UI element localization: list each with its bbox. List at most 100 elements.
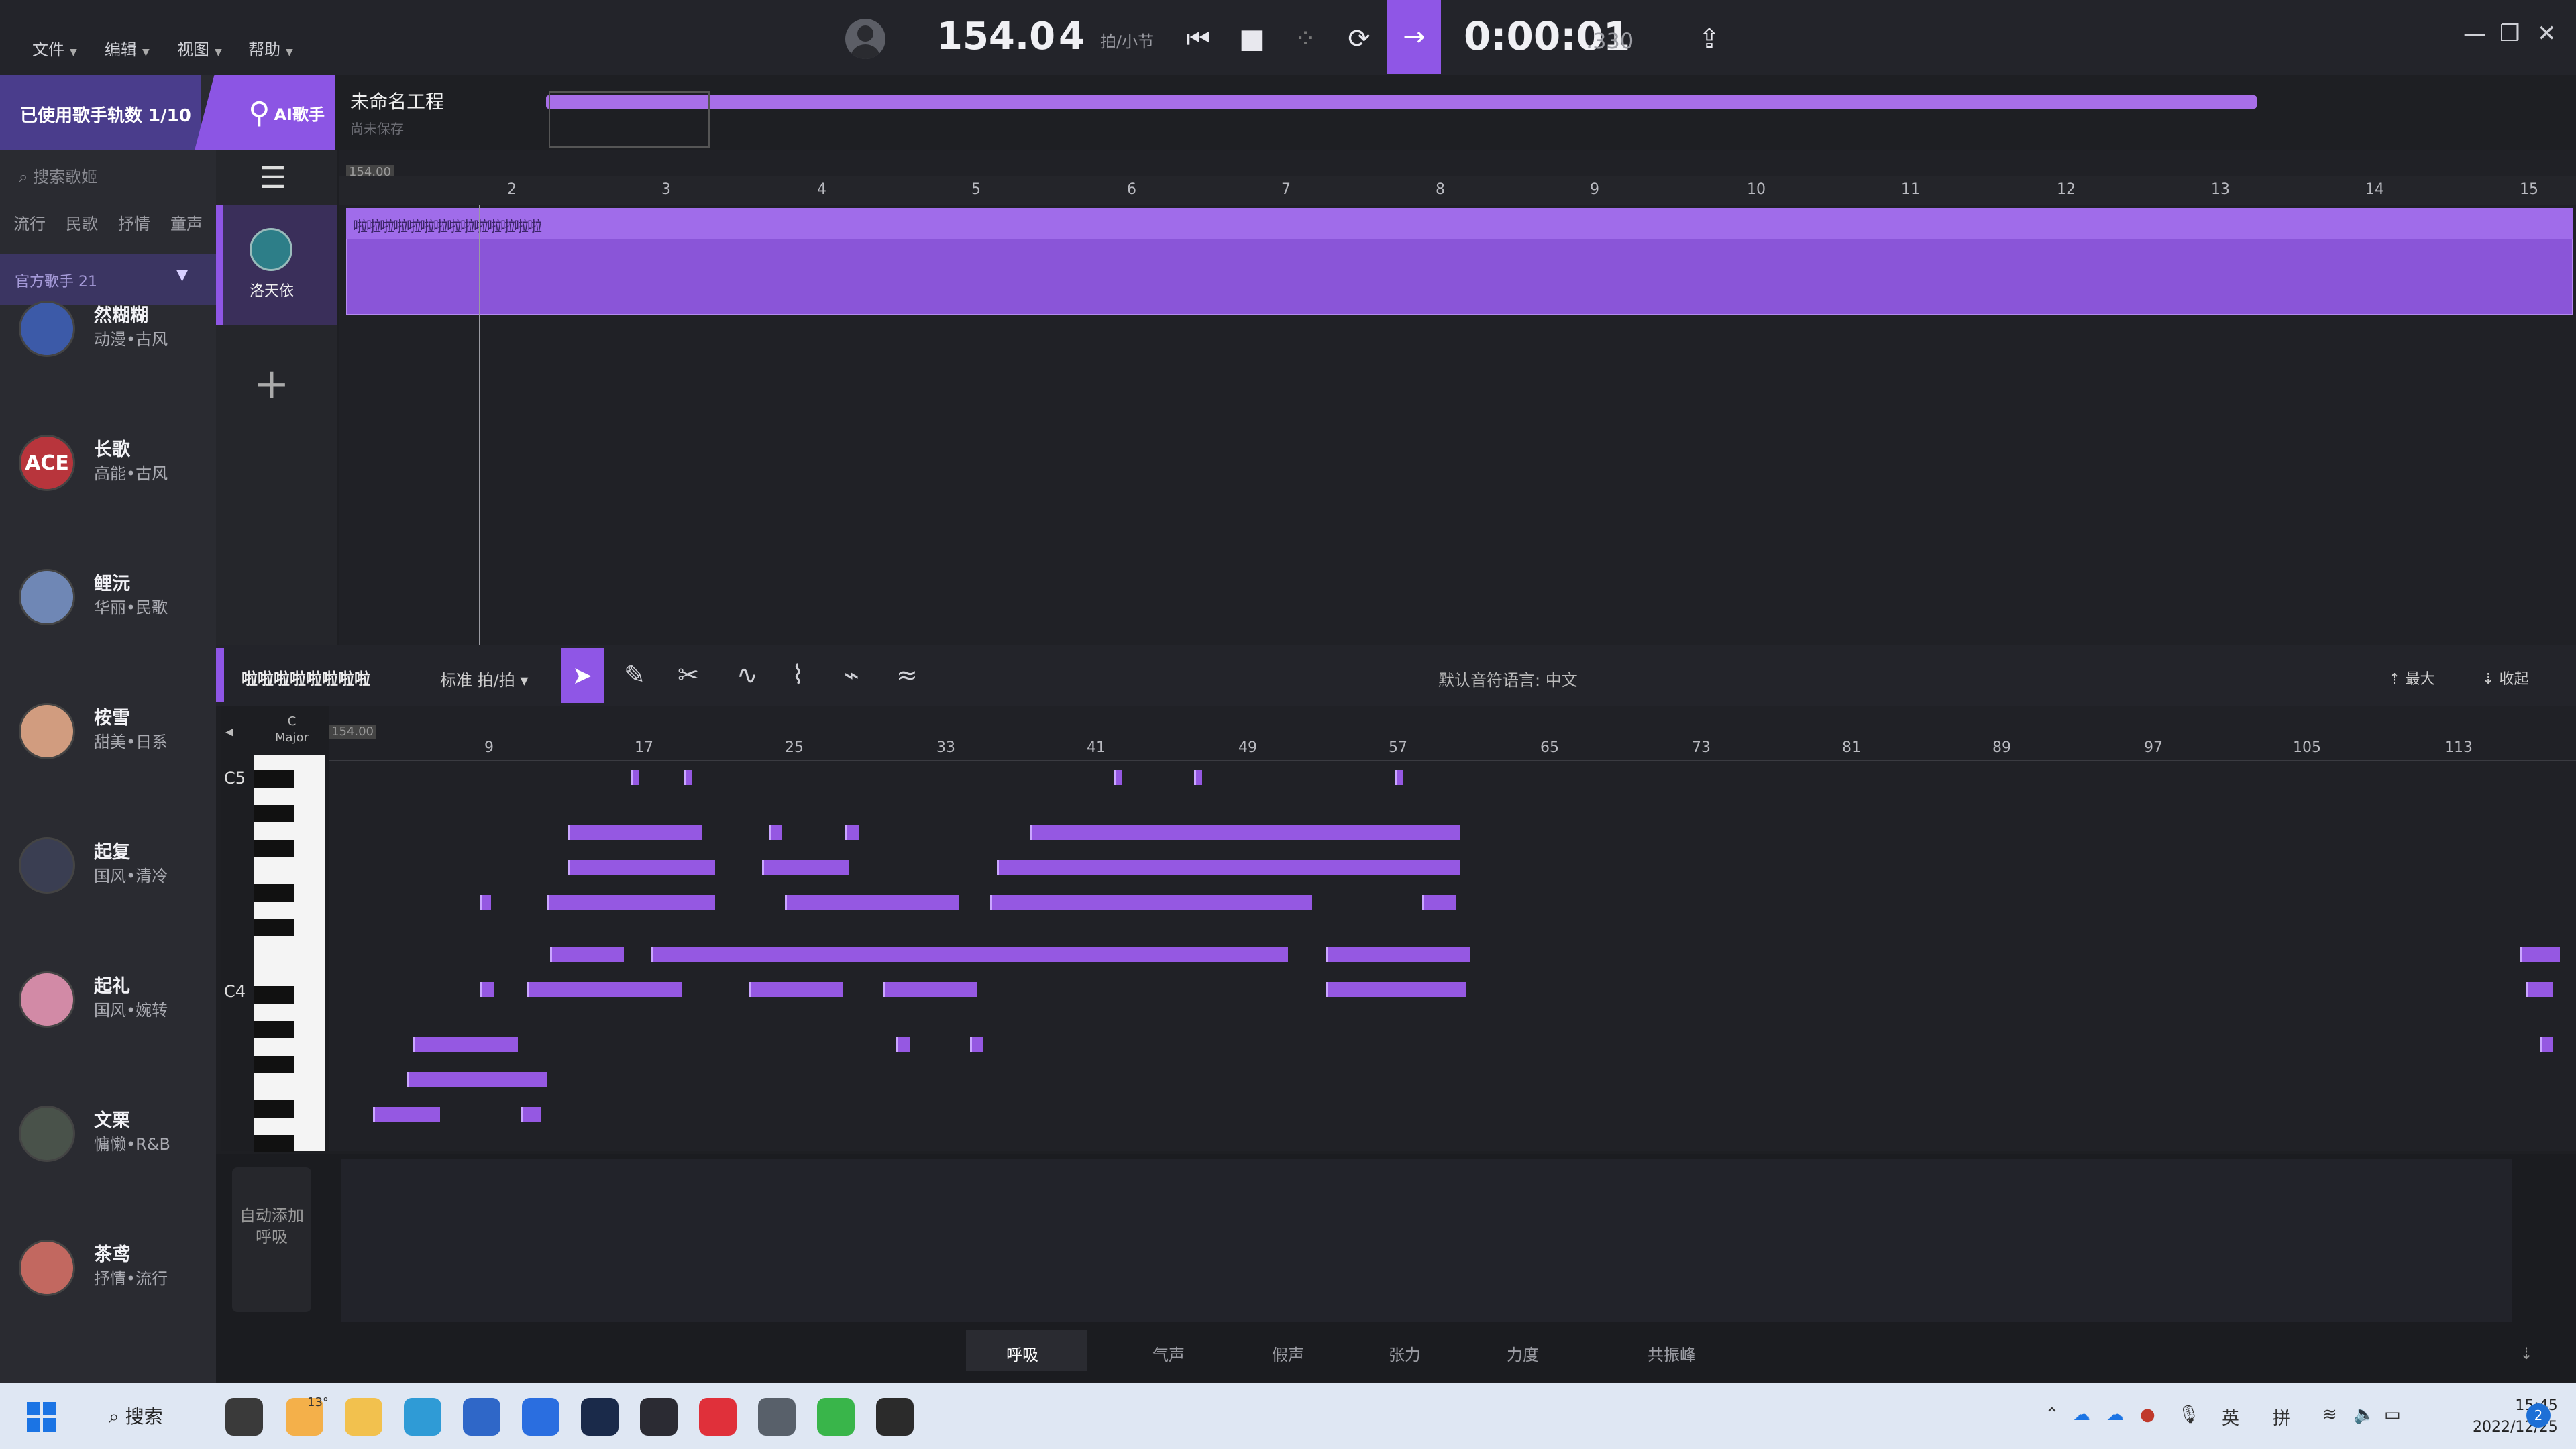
singer-item[interactable]: 然糊糊 动漫•古风 <box>0 301 216 435</box>
taskbar-search[interactable]: ⌕ 搜索 <box>109 1402 163 1429</box>
note[interactable] <box>2526 982 2553 997</box>
overview-viewport[interactable] <box>549 91 710 148</box>
note[interactable] <box>997 860 1460 875</box>
black-key[interactable] <box>254 840 294 857</box>
project-name[interactable]: 未命名工程 <box>350 87 444 114</box>
black-key[interactable] <box>254 986 294 1004</box>
note[interactable] <box>407 1072 547 1087</box>
key-signature[interactable]: C Major <box>275 714 309 746</box>
singer-item[interactable]: 茶鸢 抒情•流行 <box>0 1240 216 1374</box>
timeline-ruler[interactable] <box>339 176 2576 205</box>
photos-icon[interactable] <box>522 1398 559 1436</box>
stop-icon[interactable]: ■ <box>1232 19 1272 59</box>
snap-mode-dropdown[interactable]: 标准 拍/拍 ▾ <box>440 667 528 690</box>
black-key[interactable] <box>254 1056 294 1073</box>
maximize-button[interactable]: ⇡ 最大 <box>2388 667 2434 688</box>
pitch-draw-tool-icon[interactable]: ⌇ <box>792 660 804 690</box>
add-track-icon[interactable]: + <box>254 360 290 409</box>
edge-icon[interactable] <box>404 1398 441 1436</box>
note[interactable] <box>2540 1037 2553 1052</box>
note[interactable] <box>547 895 715 910</box>
close-icon[interactable]: ✕ <box>2537 20 2557 47</box>
note[interactable] <box>1030 825 1460 840</box>
vocal-clip-header[interactable] <box>346 208 2573 239</box>
note[interactable] <box>1422 895 1456 910</box>
note[interactable] <box>769 825 782 840</box>
black-key[interactable] <box>254 1021 294 1038</box>
app-icon[interactable] <box>876 1398 914 1436</box>
tab-energy[interactable]: 力度 <box>1507 1342 1539 1365</box>
piano-roll-ruler[interactable] <box>329 737 2576 761</box>
mic-icon[interactable]: 🎙 <box>2178 1405 2200 1425</box>
collapse-button[interactable]: ⇣ 收起 <box>2482 667 2528 688</box>
note[interactable] <box>883 982 977 997</box>
note[interactable] <box>684 770 692 785</box>
volume-icon[interactable]: 🔈 <box>2353 1405 2375 1425</box>
filter-pop[interactable]: 流行 <box>13 211 46 234</box>
skip-to-start-icon[interactable]: ⏮ <box>1178 19 1218 59</box>
note[interactable] <box>480 895 491 910</box>
pitch-curve-tool-icon[interactable]: ∿ <box>737 660 758 690</box>
singer-item[interactable]: 文栗 慵懒•R&B <box>0 1106 216 1240</box>
vibrato-tool-icon[interactable]: ≈ <box>896 660 918 690</box>
ime-lang[interactable]: 英 <box>2222 1405 2239 1430</box>
track-menu-icon[interactable]: ☰ <box>256 161 290 195</box>
note[interactable] <box>762 860 849 875</box>
follow-playhead-button[interactable]: → <box>1387 0 1441 74</box>
task-view-icon[interactable] <box>225 1398 263 1436</box>
singer-item[interactable]: 起复 国风•清冷 <box>0 837 216 971</box>
ace-studio-icon[interactable] <box>640 1398 678 1436</box>
note[interactable] <box>749 982 843 997</box>
beats-per-bar[interactable]: 4 <box>1059 15 1085 58</box>
singer-item[interactable]: 鲤沅 华丽•民歌 <box>0 569 216 703</box>
filter-child[interactable]: 童声 <box>170 211 203 234</box>
expand-down-icon[interactable]: ⇣ <box>2520 1344 2533 1363</box>
battery-icon[interactable]: ▭ <box>2384 1405 2401 1425</box>
app-icon[interactable] <box>758 1398 796 1436</box>
note[interactable] <box>568 825 702 840</box>
netease-music-icon[interactable] <box>699 1398 737 1436</box>
minimize-icon[interactable]: — <box>2463 20 2486 47</box>
note[interactable] <box>568 860 715 875</box>
tab-falsetto[interactable]: 假声 <box>1272 1342 1304 1365</box>
note[interactable] <box>527 982 682 997</box>
note[interactable] <box>970 1037 983 1052</box>
restore-icon[interactable]: ❐ <box>2500 20 2520 47</box>
note[interactable] <box>631 770 639 785</box>
user-avatar[interactable] <box>845 19 885 59</box>
note[interactable] <box>521 1107 541 1122</box>
black-key[interactable] <box>254 884 294 902</box>
store-icon[interactable] <box>463 1398 500 1436</box>
wifi-icon[interactable]: ≋ <box>2322 1405 2337 1425</box>
note[interactable] <box>373 1107 440 1122</box>
note[interactable] <box>1326 982 1466 997</box>
onedrive-icon[interactable]: ☁ <box>2073 1405 2090 1425</box>
black-key[interactable] <box>254 1100 294 1118</box>
note[interactable] <box>480 982 494 997</box>
note[interactable] <box>1326 947 1470 962</box>
filter-folk[interactable]: 民歌 <box>66 211 98 234</box>
note[interactable] <box>2520 947 2560 962</box>
tempo-display[interactable]: 154.0 <box>936 15 1055 58</box>
ime-mode[interactable]: 拼 <box>2273 1405 2290 1430</box>
note[interactable] <box>413 1037 518 1052</box>
metronome-icon[interactable]: ⁘ <box>1285 19 1326 59</box>
pencil-tool-icon[interactable]: ✎ <box>624 660 645 690</box>
black-key[interactable] <box>254 919 294 936</box>
steam-icon[interactable] <box>581 1398 619 1436</box>
note[interactable] <box>1194 770 1202 785</box>
menu-help[interactable]: 帮助 ▼ <box>248 36 293 60</box>
note[interactable] <box>896 1037 910 1052</box>
cloud-icon[interactable]: ☁ <box>2106 1405 2124 1425</box>
note[interactable] <box>785 895 959 910</box>
note[interactable] <box>990 895 1312 910</box>
note-grid[interactable] <box>329 706 2576 1151</box>
black-key[interactable] <box>254 770 294 788</box>
app-tray-icon[interactable]: ● <box>2140 1405 2155 1425</box>
overview-timeline[interactable] <box>546 95 2257 109</box>
filter-lyric[interactable]: 抒情 <box>118 211 150 234</box>
mute-icon[interactable]: ◂ <box>225 722 233 741</box>
export-icon[interactable]: ⇪ <box>1689 19 1729 59</box>
select-tool-icon[interactable]: ➤ <box>561 648 604 703</box>
ai-singer-tab[interactable]: ⚲ AI歌手 <box>195 75 335 150</box>
